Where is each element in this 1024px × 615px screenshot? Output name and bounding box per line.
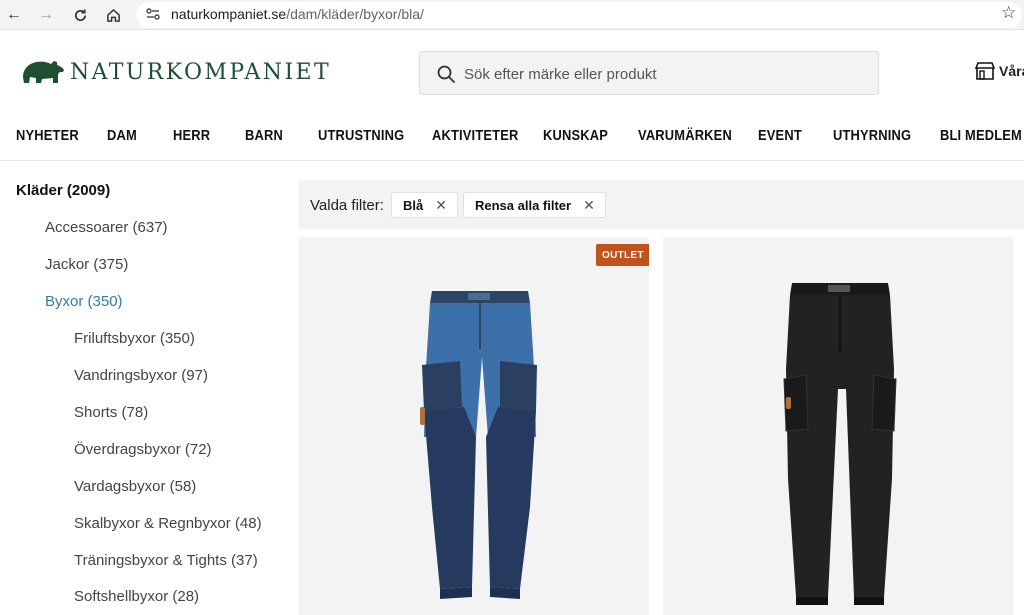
category-item[interactable]: Jackor (375) (45, 256, 128, 273)
nav-item-utrustning[interactable]: UTRUSTNING (318, 127, 404, 144)
nav-item-uthyrning[interactable]: UTHYRNING (833, 127, 911, 144)
subcategory-item[interactable]: Vandringsbyxor (97) (74, 367, 208, 384)
filter-chip-bla[interactable]: Blå ✕ (391, 192, 458, 218)
back-icon[interactable]: ← (3, 4, 25, 26)
home-icon[interactable] (102, 4, 124, 26)
subcategory-item[interactable]: Shorts (78) (74, 404, 148, 421)
subcategory-item[interactable]: Skalbyxor & Regnbyxor (48) (74, 515, 262, 532)
category-item-active[interactable]: Byxor (350) (45, 293, 123, 310)
search-box[interactable] (419, 51, 879, 95)
nav-item-bli-medlem[interactable]: BLI MEDLEM (940, 127, 1022, 144)
nav-item-kunskap[interactable]: KUNSKAP (543, 127, 608, 144)
filter-label: Valda filter: (310, 197, 384, 214)
stores-link[interactable]: Våra (975, 62, 1024, 80)
nav-item-herr[interactable]: HERR (173, 127, 210, 144)
nav-item-event[interactable]: EVENT (758, 127, 802, 144)
blue-trousers-icon (420, 291, 537, 599)
search-input[interactable] (464, 63, 864, 85)
main-nav: NYHETER DAM HERR BARN UTRUSTNING AKTIVIT… (0, 118, 1024, 161)
url-path: /dam/kläder/byxor/bla/ (286, 6, 424, 22)
nav-item-dam[interactable]: DAM (107, 127, 137, 144)
filter-chip-label: Blå (403, 197, 424, 213)
product-card[interactable]: OUTLET (299, 237, 649, 615)
subcategory-item[interactable]: Träningsbyxor & Tights (37) (74, 552, 258, 569)
logo-text: NATURKOMPANIET (70, 59, 332, 85)
clear-filters-label: Rensa alla filter (475, 197, 572, 213)
category-item[interactable]: Accessoarer (637) (45, 219, 168, 236)
close-icon[interactable]: ✕ (583, 197, 595, 214)
subcategory-item[interactable]: Vardagsbyxor (58) (74, 478, 196, 495)
browser-toolbar: ← → naturkompaniet.se/dam/kläder/byxor/b… (0, 0, 1024, 30)
close-icon[interactable]: ✕ (435, 197, 447, 214)
subcategory-item[interactable]: Softshellbyxor (28) (74, 588, 199, 605)
nav-item-varumarken[interactable]: VARUMÄRKEN (638, 127, 732, 144)
url-text[interactable]: naturkompaniet.se/dam/kläder/byxor/bla/ (171, 6, 424, 22)
url-host: naturkompaniet.se (171, 6, 287, 22)
subcategory-item[interactable]: Överdragsbyxor (72) (74, 441, 212, 458)
bookmark-star-icon[interactable]: ☆ (1001, 3, 1016, 23)
clear-filters-button[interactable]: Rensa alla filter ✕ (463, 192, 606, 218)
reload-icon[interactable] (69, 4, 91, 26)
nav-item-aktiviteter[interactable]: AKTIVITETER (432, 127, 518, 144)
store-icon (975, 62, 995, 80)
product-card[interactable] (663, 237, 1013, 615)
site-settings-icon[interactable] (145, 6, 161, 22)
bear-logo-icon (23, 61, 64, 83)
category-title[interactable]: Kläder (2009) (16, 182, 110, 199)
search-icon (437, 65, 455, 83)
nav-item-barn[interactable]: BARN (245, 127, 283, 144)
black-trousers-icon (783, 283, 897, 605)
nav-item-nyheter[interactable]: NYHETER (16, 127, 79, 144)
subcategory-item[interactable]: Friluftsbyxor (350) (74, 330, 195, 347)
forward-icon[interactable]: → (35, 4, 57, 26)
stores-label: Våra (999, 63, 1024, 79)
selected-filters-bar: Valda filter: Blå ✕ Rensa alla filter ✕ (299, 180, 1024, 229)
site-logo[interactable]: NATURKOMPANIET (20, 57, 331, 87)
outlet-badge: OUTLET (596, 244, 649, 266)
